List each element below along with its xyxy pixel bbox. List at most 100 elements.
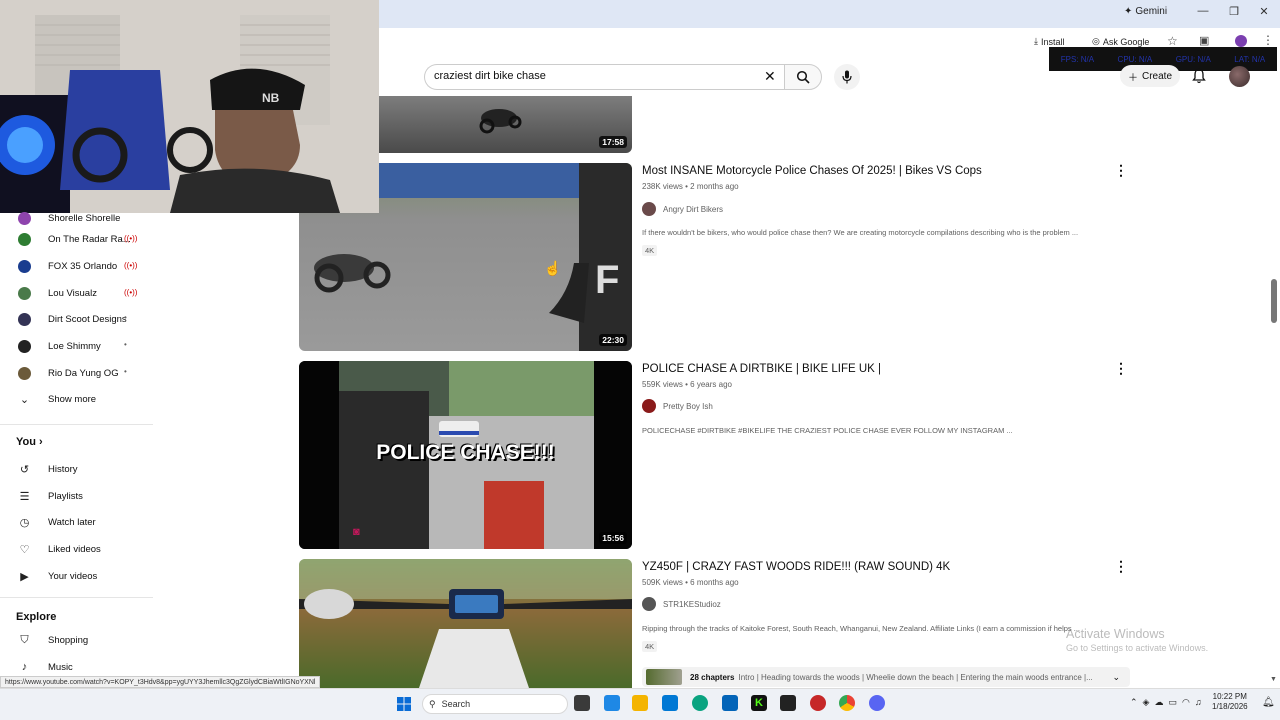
link-status-url: https://www.youtube.com/watch?v=KOPY_t3H… — [0, 676, 321, 688]
scroll-down-arrow-icon[interactable]: ▼ — [1270, 676, 1277, 683]
ask-google-button[interactable]: ◎ Ask Google — [1092, 36, 1149, 47]
video-description: POLICECHASE #DIRTBIKE #BIKELIFE THE CRAZ… — [642, 426, 1013, 435]
install-icon: ⤓ — [1034, 36, 1038, 46]
more-options-icon[interactable]: ⋮ — [1114, 558, 1128, 575]
browser-menu-icon[interactable]: ⋮ — [1262, 33, 1274, 47]
minimize-button[interactable]: — — [1193, 5, 1213, 17]
history-icon: ↺ — [19, 463, 30, 476]
install-button[interactable]: ⤓ Install — [1034, 36, 1065, 47]
show-more-button[interactable]: ⌄ Show more — [18, 390, 96, 408]
channel-link[interactable]: Pretty Boy Ish — [642, 399, 713, 413]
display-icon[interactable]: ▭ — [1168, 697, 1177, 708]
channel-avatar — [18, 339, 31, 353]
search-button[interactable] — [784, 64, 822, 90]
sidebar-item-playlists[interactable]: ☰ Playlists — [18, 487, 83, 505]
liked-videos-icon: ♡ — [19, 543, 30, 556]
chevron-down-icon[interactable]: ⌄ — [1112, 672, 1120, 683]
sidebar-item-history[interactable]: ↺ History — [18, 460, 78, 478]
browser-profile-avatar[interactable] — [1235, 35, 1247, 47]
video-thumbnail-3[interactable]: POLICE CHASE!!! ◙ 15:56 — [299, 361, 632, 549]
chrome-icon[interactable] — [839, 695, 855, 711]
file-explorer-icon[interactable] — [632, 695, 648, 711]
webcam-overlay: NB — [0, 0, 379, 213]
live-icon: ((•)) — [124, 261, 138, 270]
channel-link[interactable]: Angry Dirt Bikers — [642, 202, 723, 216]
terminal-icon[interactable] — [780, 695, 796, 711]
more-options-icon[interactable]: ⋮ — [1114, 360, 1128, 377]
notifications-bell-icon[interactable] — [1192, 68, 1206, 89]
user-avatar[interactable] — [1229, 66, 1250, 87]
sidebar-subscription[interactable]: Loe Shimmy — [18, 337, 101, 355]
store-icon[interactable] — [662, 695, 678, 711]
windows-start-icon[interactable] — [397, 697, 411, 716]
kick-icon[interactable]: K — [751, 695, 767, 711]
network-icon[interactable]: ◈ — [1143, 697, 1150, 708]
video-title[interactable]: POLICE CHASE A DIRTBIKE | BIKE LIFE UK | — [642, 363, 881, 375]
page-scrollbar[interactable] — [1270, 96, 1278, 686]
sidebar-subscription[interactable]: Shorelle Shorelle — [18, 209, 120, 227]
video-meta: 238K views • 2 months ago — [642, 182, 739, 191]
clear-search-icon[interactable]: ✕ — [764, 68, 776, 85]
video-meta: 509K views • 6 months ago — [642, 578, 739, 587]
svg-text:F: F — [595, 258, 619, 302]
notification-bell-icon[interactable]: 🔔︎ — [1262, 697, 1275, 708]
channel-avatar — [642, 202, 656, 216]
close-window-button[interactable]: ✕ — [1254, 5, 1274, 18]
channel-avatar — [18, 259, 31, 273]
thumbnail-image — [299, 559, 632, 688]
sidebar-item-shopping[interactable]: ⛉ Shopping — [18, 631, 88, 649]
sidebar-subscription[interactable]: FOX 35 Orlando — [18, 257, 117, 275]
taskbar-clock[interactable]: 10:22 PM 1/18/2026 — [1212, 692, 1248, 712]
sidebar-subscription[interactable]: Dirt Scoot Designs — [18, 310, 127, 328]
lens-icon: ◎ — [1092, 36, 1100, 46]
channel-link[interactable]: STR1KEStudioz — [642, 597, 721, 611]
thumbnail-overlay-text: POLICE CHASE!!! — [376, 441, 555, 464]
channel-avatar — [18, 232, 31, 246]
new-content-dot-icon: • — [124, 340, 127, 349]
system-tray[interactable]: ⌃ ◈ ☁ ▭ ◠ ♫ — [1130, 697, 1202, 708]
video-duration: 15:56 — [599, 532, 627, 544]
new-content-dot-icon: • — [124, 313, 127, 322]
task-view-icon[interactable] — [574, 695, 590, 711]
create-button[interactable]: ＋ Create — [1120, 65, 1180, 87]
sidebar-item-watch-later[interactable]: ◷ Watch later — [18, 513, 96, 531]
bookmark-star-icon[interactable]: ☆ — [1167, 34, 1178, 48]
voice-search-button[interactable] — [834, 64, 860, 90]
hand-cursor-icon: ☝ — [544, 260, 562, 276]
svg-text:NB: NB — [262, 91, 280, 105]
extensions-icon[interactable]: ▣ — [1199, 34, 1209, 47]
widgets-icon[interactable] — [604, 695, 620, 711]
video-thumbnail-1[interactable]: 17:58 — [379, 96, 632, 153]
chapters-row[interactable]: 28 chapters Intro | Heading towards the … — [642, 667, 1130, 687]
video-duration: 17:58 — [599, 136, 627, 148]
app-icon[interactable] — [810, 695, 826, 711]
edge-icon[interactable] — [692, 695, 708, 711]
explore-section-header: Explore — [16, 611, 57, 623]
video-title[interactable]: Most INSANE Motorcycle Police Chases Of … — [642, 165, 982, 177]
sidebar-subscription[interactable]: Lou Visualz — [18, 284, 97, 302]
sidebar-item-music[interactable]: ♪ Music — [18, 658, 73, 676]
outlook-icon[interactable] — [722, 695, 738, 711]
scrollbar-thumb[interactable] — [1271, 279, 1277, 323]
playlists-icon: ☰ — [19, 490, 30, 503]
search-icon — [796, 70, 810, 84]
sidebar-item-your-videos[interactable]: ▶ Your videos — [18, 567, 97, 585]
volume-icon[interactable]: ♫ — [1195, 697, 1202, 708]
maximize-button[interactable]: ❐ — [1224, 5, 1244, 18]
you-section-header[interactable]: You › — [16, 436, 43, 448]
divider — [0, 424, 153, 425]
video-description: Ripping through the tracks of Kaitoke Fo… — [642, 624, 1081, 633]
taskbar-search[interactable]: ⚲ Search — [422, 694, 568, 714]
sidebar-subscription[interactable]: On The Radar Ra... — [18, 230, 131, 248]
chevron-up-icon[interactable]: ⌃ — [1130, 697, 1138, 708]
gemini-button[interactable]: ✦ Gemini — [1124, 6, 1167, 17]
more-options-icon[interactable]: ⋮ — [1114, 162, 1128, 179]
wifi-icon[interactable]: ◠ — [1182, 697, 1190, 708]
sidebar-subscription[interactable]: Rio Da Yung OG — [18, 364, 119, 382]
video-thumbnail-4[interactable] — [299, 559, 632, 688]
video-title[interactable]: YZ450F | CRAZY FAST WOODS RIDE!!! (RAW S… — [642, 561, 950, 573]
cloud-icon[interactable]: ☁ — [1154, 697, 1163, 708]
your-videos-icon: ▶ — [20, 570, 29, 583]
discord-icon[interactable] — [869, 695, 885, 711]
sidebar-item-liked-videos[interactable]: ♡ Liked videos — [18, 540, 101, 558]
